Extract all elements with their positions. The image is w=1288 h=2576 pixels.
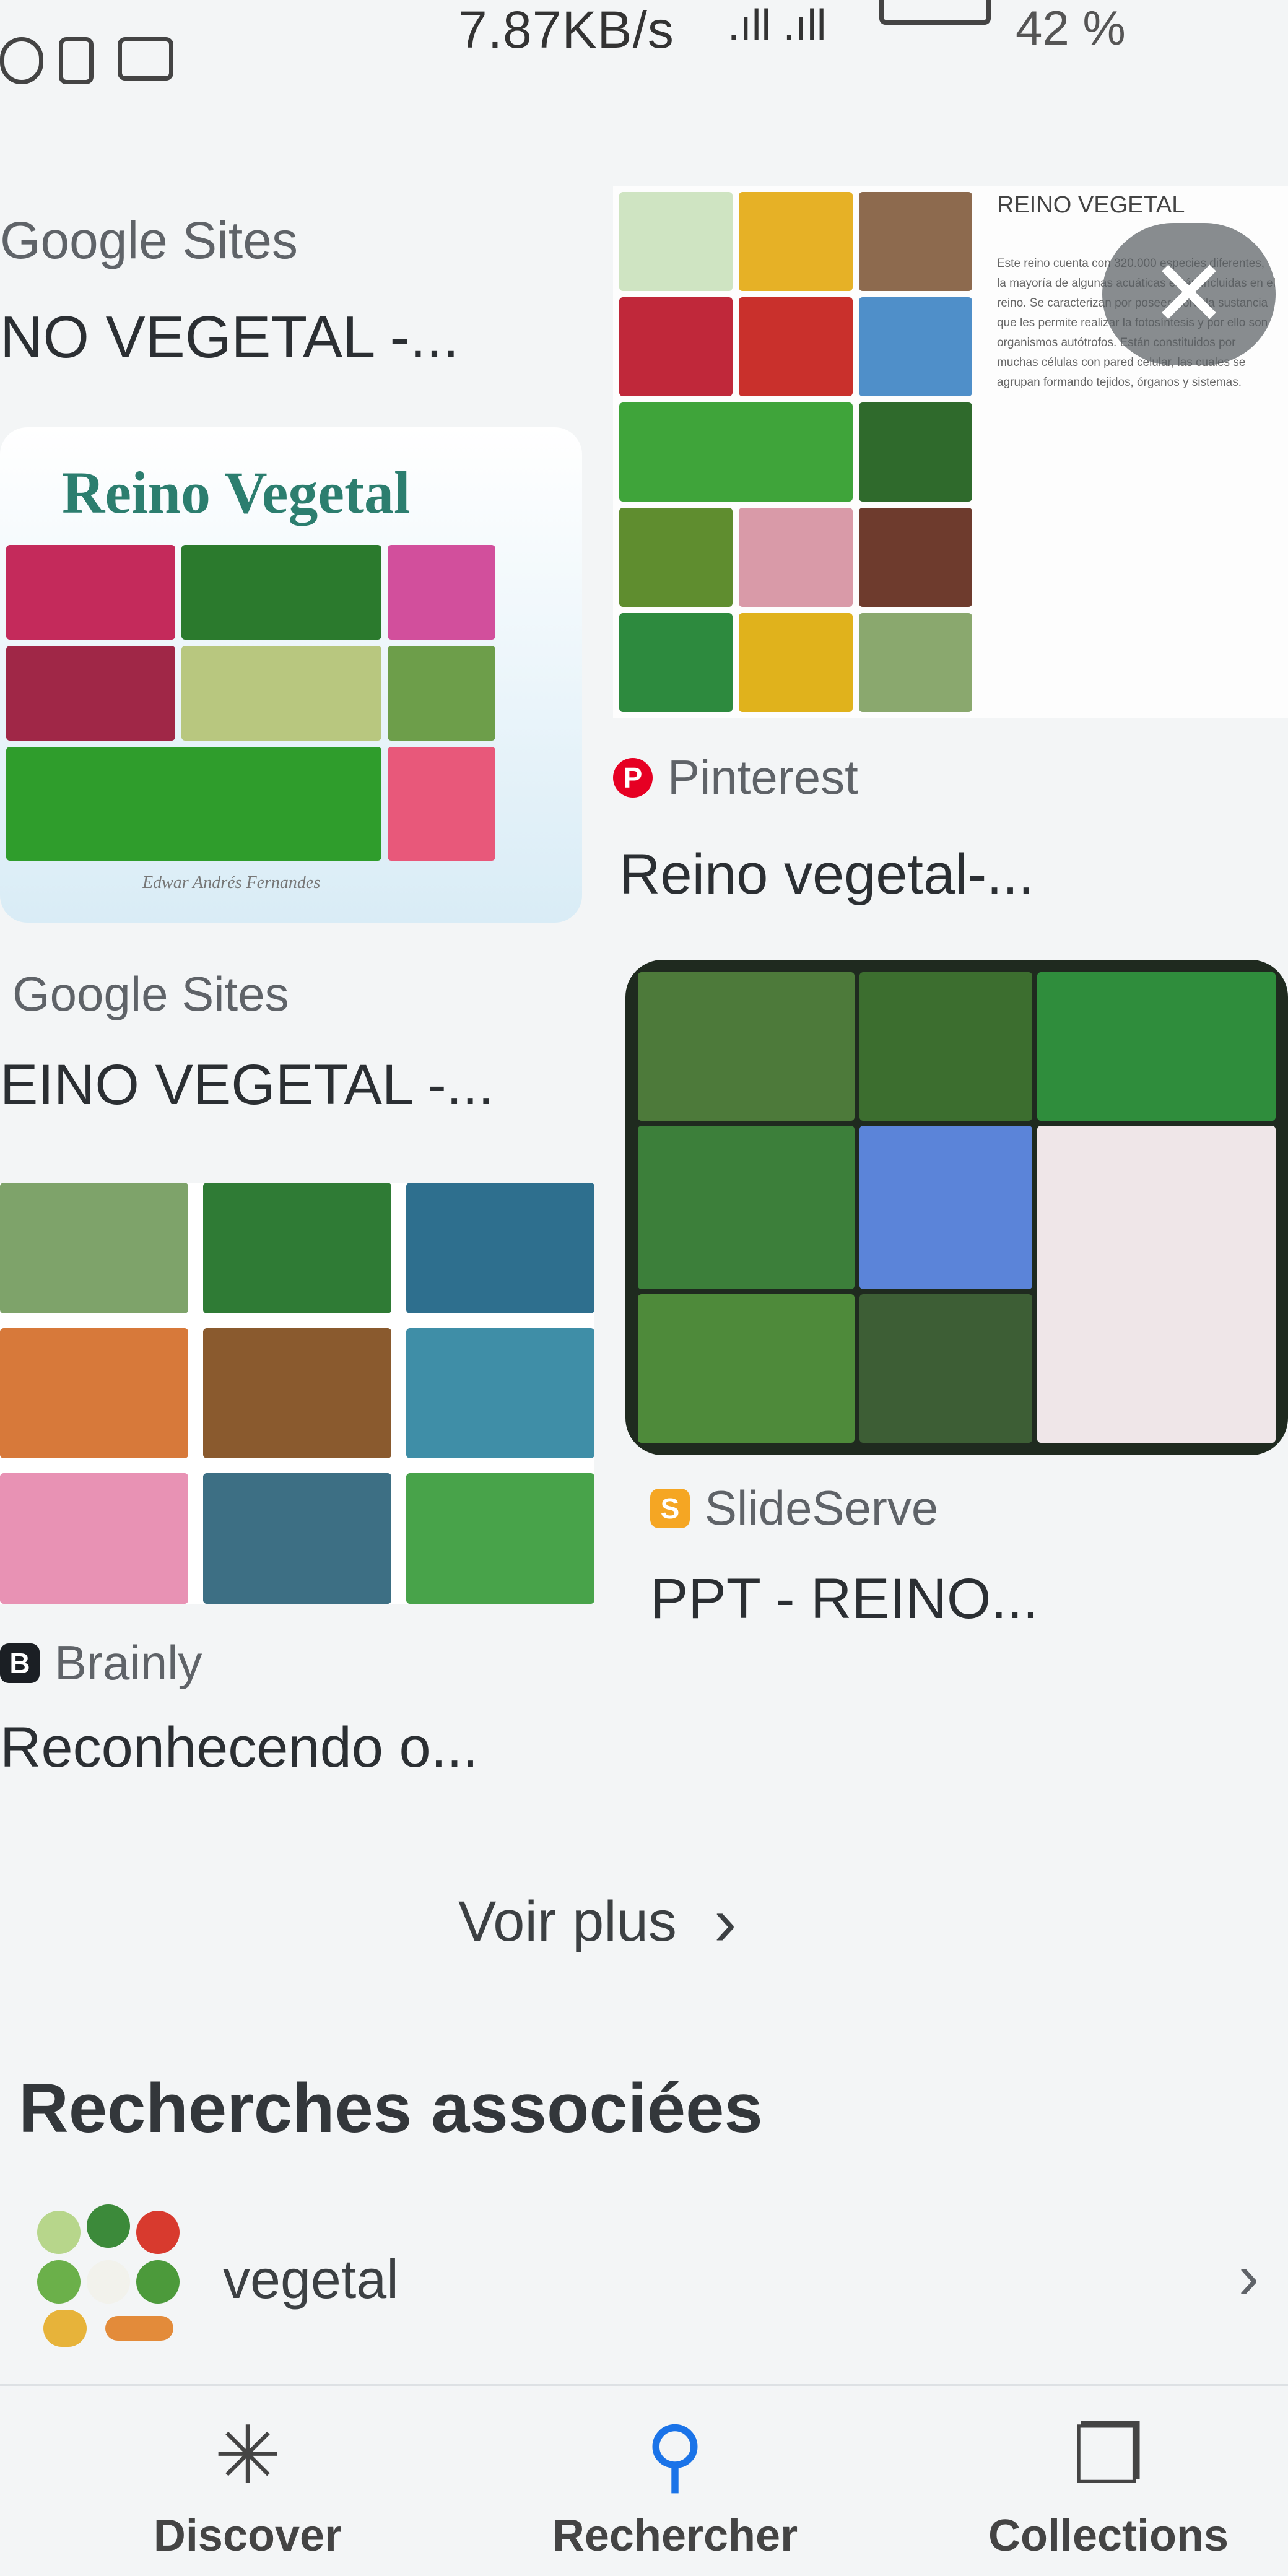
thumb-caption: Edwar Andrés Fernandes [142,873,321,892]
image-tile [181,646,382,741]
call-icon [0,37,43,84]
image-tile [619,402,853,502]
image-mosaic [6,545,495,861]
result-source: S SlideServe [650,1480,938,1536]
bottom-navigation: ✳ Discover ⚲ Rechercher ❐ Collections [0,2403,1288,2576]
nav-label: Collections [988,2511,1229,2561]
image-tile [858,613,972,712]
image-tile [858,508,972,607]
result-source: Google Sites [0,211,298,269]
result-title[interactable]: NO VEGETAL -... [0,303,459,372]
image-tile [406,1183,594,1313]
network-speed: 7.87KB/s [458,1,674,59]
battery-icon [879,0,991,25]
image-tile [203,1473,391,1604]
search-icon: ⚲ [645,2410,705,2500]
result-thumbnail[interactable] [625,960,1288,1455]
associated-search-label: vegetal [223,2248,399,2310]
image-tile [619,192,733,291]
image-tile [406,1328,594,1459]
image-mosaic [625,960,1288,1455]
asterisk-icon: ✳ [214,2410,282,2500]
image-tile [739,508,853,607]
image-tile [388,646,495,741]
signal-icon: .ıll .ıll [728,1,827,49]
collections-icon: ❐ [1072,2410,1145,2500]
nav-label: Discover [153,2511,342,2561]
image-tile [859,1126,1033,1289]
image-tile [406,1473,594,1604]
see-more-button[interactable]: Voir plus › [458,1882,737,1961]
close-button[interactable]: ✕ [1102,223,1276,365]
chevron-right-icon: › [713,1884,737,1960]
result-thumbnail[interactable] [0,1183,594,1604]
result-title[interactable]: Reconhecendo o... [0,1715,478,1780]
image-tile [1037,1126,1276,1443]
image-tile [6,545,176,640]
image-mosaic [0,1183,594,1604]
thumb-heading: Reino Vegetal [62,459,411,526]
image-tile [0,1328,188,1459]
image-tile [6,747,382,861]
associated-search-thumbnail [25,2204,186,2353]
image-tile [388,545,495,640]
result-source: P Pinterest [613,749,858,806]
image-tile [739,297,853,396]
slideserve-icon: S [650,1488,690,1528]
image-tile [739,192,853,291]
image-tile [388,747,495,861]
image-tile [858,297,972,396]
image-tile [858,402,972,502]
calendar-icon [118,37,173,80]
image-mosaic [619,192,972,712]
image-tile [638,1126,855,1289]
nav-label: Rechercher [552,2511,798,2561]
image-tile [6,646,176,741]
nav-collections[interactable]: ❐ Collections [941,2403,1276,2576]
image-tile [181,545,382,640]
result-source: Google Sites [12,967,289,1021]
associated-searches-heading: Recherches associées [19,2069,763,2147]
image-tile [638,1294,855,1443]
nav-search[interactable]: ⚲ Rechercher [508,2403,842,2576]
status-bar: 7.87KB/s .ıll .ıll 42 % [0,0,1288,124]
image-tile [619,297,733,396]
image-tile [0,1183,188,1313]
result-title[interactable]: EINO VEGETAL -... [0,1053,494,1118]
pinterest-icon: P [613,757,653,798]
result-thumbnail[interactable]: Reino Vegetal Edwar Andrés Fernandes [0,427,582,923]
image-tile [203,1183,391,1313]
divider [0,2384,1288,2386]
image-tile [638,972,855,1121]
image-tile [859,972,1033,1121]
chevron-right-icon: › [1238,2242,1260,2312]
image-tile [739,613,853,712]
associated-search-item[interactable]: vegetal › [25,2204,1288,2353]
thumb-heading: REINO VEGETAL [997,192,1185,218]
result-title[interactable]: PPT - REINO... [650,1567,1038,1632]
phone-icon [59,37,94,84]
image-tile [619,613,733,712]
image-tile [858,192,972,291]
result-source: B Brainly [0,1635,202,1691]
brainly-icon: B [0,1643,40,1683]
result-title[interactable]: Reino vegetal-... [619,842,1034,907]
see-more-label: Voir plus [458,1890,677,1953]
nav-discover[interactable]: ✳ Discover [111,2403,384,2576]
image-tile [619,508,733,607]
image-tile [203,1328,391,1459]
image-tile [0,1473,188,1604]
image-tile [1037,972,1276,1121]
battery-percent: 42 % [1016,1,1126,55]
image-tile [859,1294,1033,1443]
